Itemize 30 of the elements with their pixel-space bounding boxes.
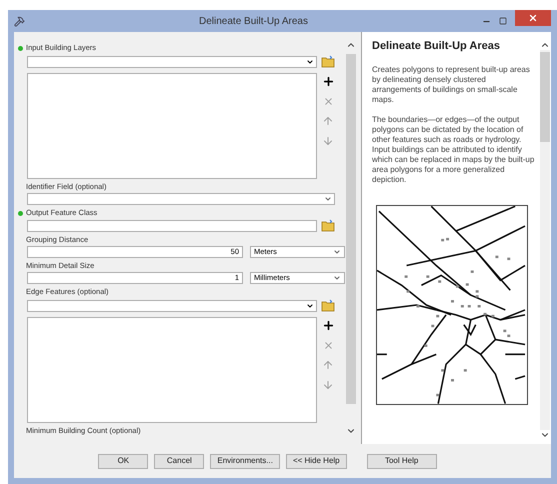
- output-field[interactable]: [27, 220, 317, 232]
- add-icon[interactable]: [322, 318, 334, 332]
- dropdown-field[interactable]: [27, 193, 335, 205]
- dropdown-field[interactable]: [27, 56, 317, 68]
- dialog-button[interactable]: << Hide Help: [286, 454, 347, 468]
- caret-icon: [306, 58, 314, 66]
- caret-icon: [306, 302, 314, 310]
- hammer-icon: [14, 16, 25, 26]
- caret-icon: [333, 248, 341, 256]
- window-title: Delineate Built-Up Areas: [198, 14, 309, 28]
- scrollbar[interactable]: [540, 50, 550, 430]
- help-paragraph: Creates polygons to represent built-up areas by delineating densely clustered arrangements of buildings on small-scale maps.: [372, 64, 531, 104]
- close-button[interactable]: [515, 10, 551, 26]
- close-icon: [528, 13, 538, 23]
- folder-icon[interactable]: [321, 299, 335, 312]
- list-box[interactable]: [27, 317, 317, 423]
- list-box[interactable]: [27, 73, 317, 179]
- dialog-button[interactable]: Tool Help: [366, 454, 437, 468]
- dropdown-field[interactable]: [27, 300, 317, 312]
- folder-icon[interactable]: [321, 55, 335, 68]
- caret-icon: [324, 195, 332, 203]
- help-paragraph: The boundaries—or edges—of the output polygons can be dictated by the location of other features such as roads or hydrology. Input buildings can be attributed to identify which can be replaced in maps by the built-up area polygons for a more generalized depiction.: [372, 114, 535, 184]
- add-icon[interactable]: [322, 74, 334, 88]
- folder-icon[interactable]: [321, 219, 335, 232]
- dialog-button[interactable]: OK: [98, 454, 148, 468]
- dialog-button[interactable]: Cancel: [154, 454, 204, 468]
- caret-icon: [333, 274, 341, 282]
- dialog-button[interactable]: Environments...: [210, 454, 280, 468]
- maximize-icon[interactable]: [499, 17, 507, 25]
- help-title: Delineate Built-Up Areas: [372, 39, 501, 54]
